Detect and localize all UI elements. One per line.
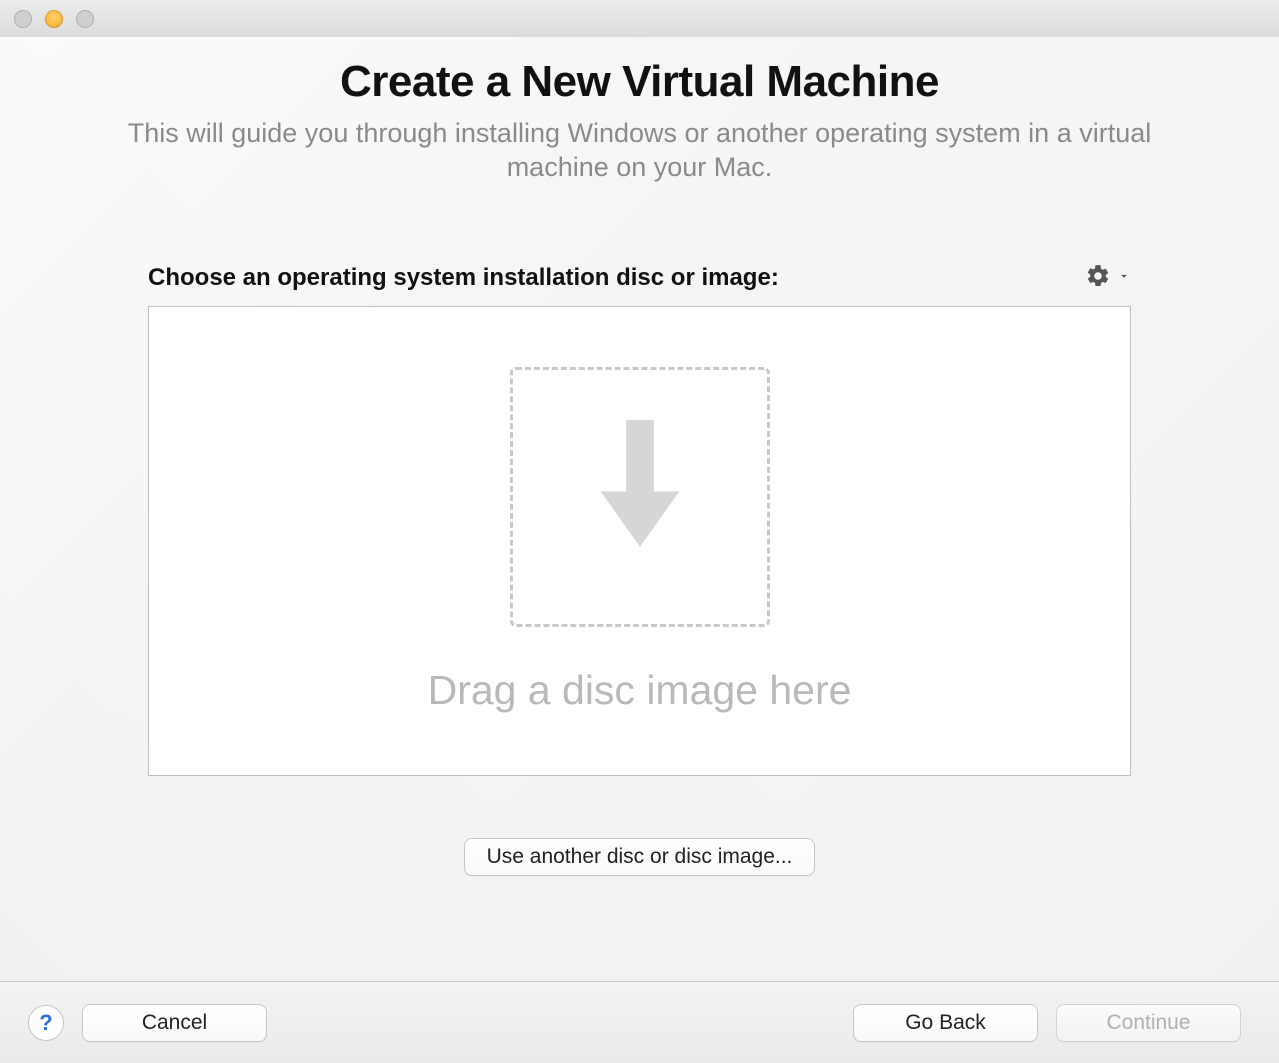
help-button[interactable]: ?: [28, 1005, 64, 1041]
window-titlebar: [0, 0, 1279, 37]
disc-image-dropzone[interactable]: Drag a disc image here: [148, 306, 1131, 776]
zoom-window-button[interactable]: [76, 10, 94, 28]
go-back-button[interactable]: Go Back: [853, 1004, 1038, 1042]
chevron-down-icon: [1117, 269, 1131, 288]
help-icon: ?: [39, 1010, 52, 1036]
dropzone-box: [510, 367, 770, 627]
choose-row: Choose an operating system installation …: [148, 263, 1131, 294]
cancel-button[interactable]: Cancel: [82, 1004, 267, 1042]
options-gear-dropdown[interactable]: [1085, 263, 1131, 294]
close-window-button[interactable]: [14, 10, 32, 28]
download-arrow-icon: [580, 420, 700, 575]
use-another-disc-button[interactable]: Use another disc or disc image...: [464, 838, 816, 876]
continue-button: Continue: [1056, 1004, 1241, 1042]
minimize-window-button[interactable]: [45, 10, 63, 28]
page-title: Create a New Virtual Machine: [340, 57, 939, 107]
wizard-footer: ? Cancel Go Back Continue: [0, 981, 1279, 1063]
wizard-content: Create a New Virtual Machine This will g…: [0, 37, 1279, 981]
page-subtitle: This will guide you through installing W…: [80, 117, 1200, 185]
choose-label: Choose an operating system installation …: [148, 264, 779, 292]
dropzone-text: Drag a disc image here: [428, 667, 852, 714]
window-traffic-lights: [14, 10, 94, 28]
gear-icon: [1085, 263, 1111, 294]
